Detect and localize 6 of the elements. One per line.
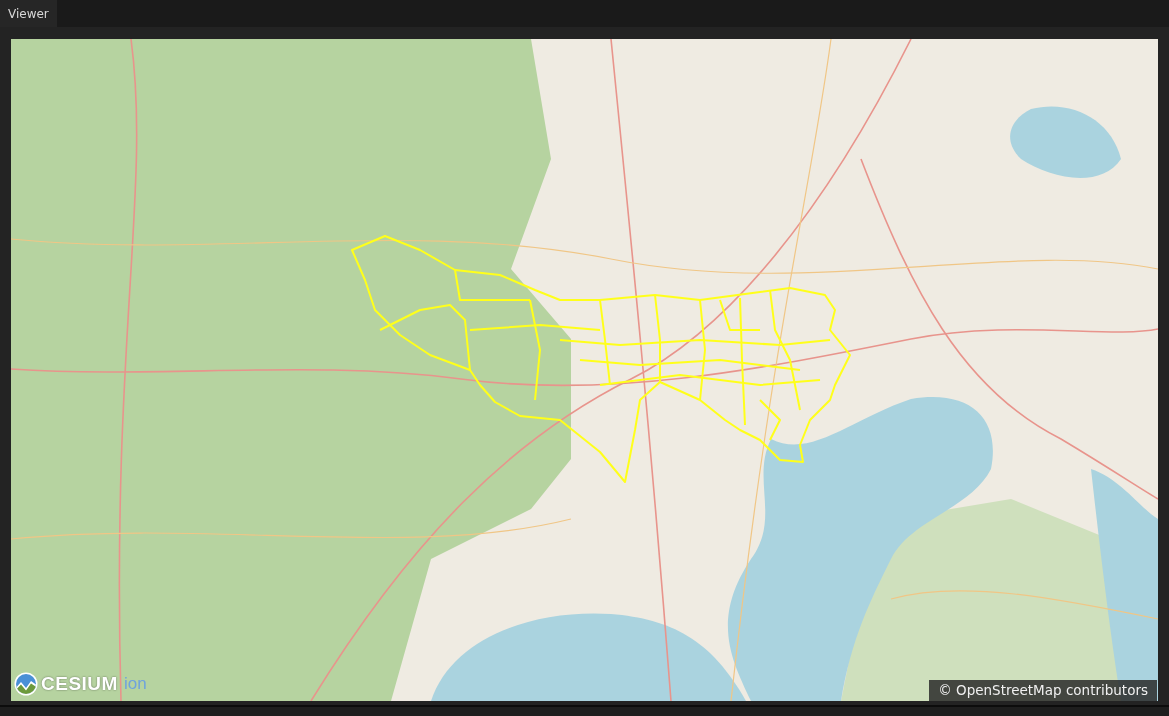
map-placeholder[interactable]: CESIUM ion © OpenStreetMap contributors	[11, 39, 1158, 701]
logo-suffix: ion	[123, 674, 147, 694]
logo-wordmark: CESIUM	[41, 673, 118, 695]
viewer-tab[interactable]: Viewer	[0, 0, 57, 27]
map-attribution: © OpenStreetMap contributors	[929, 680, 1157, 701]
logo-icon	[14, 672, 38, 696]
